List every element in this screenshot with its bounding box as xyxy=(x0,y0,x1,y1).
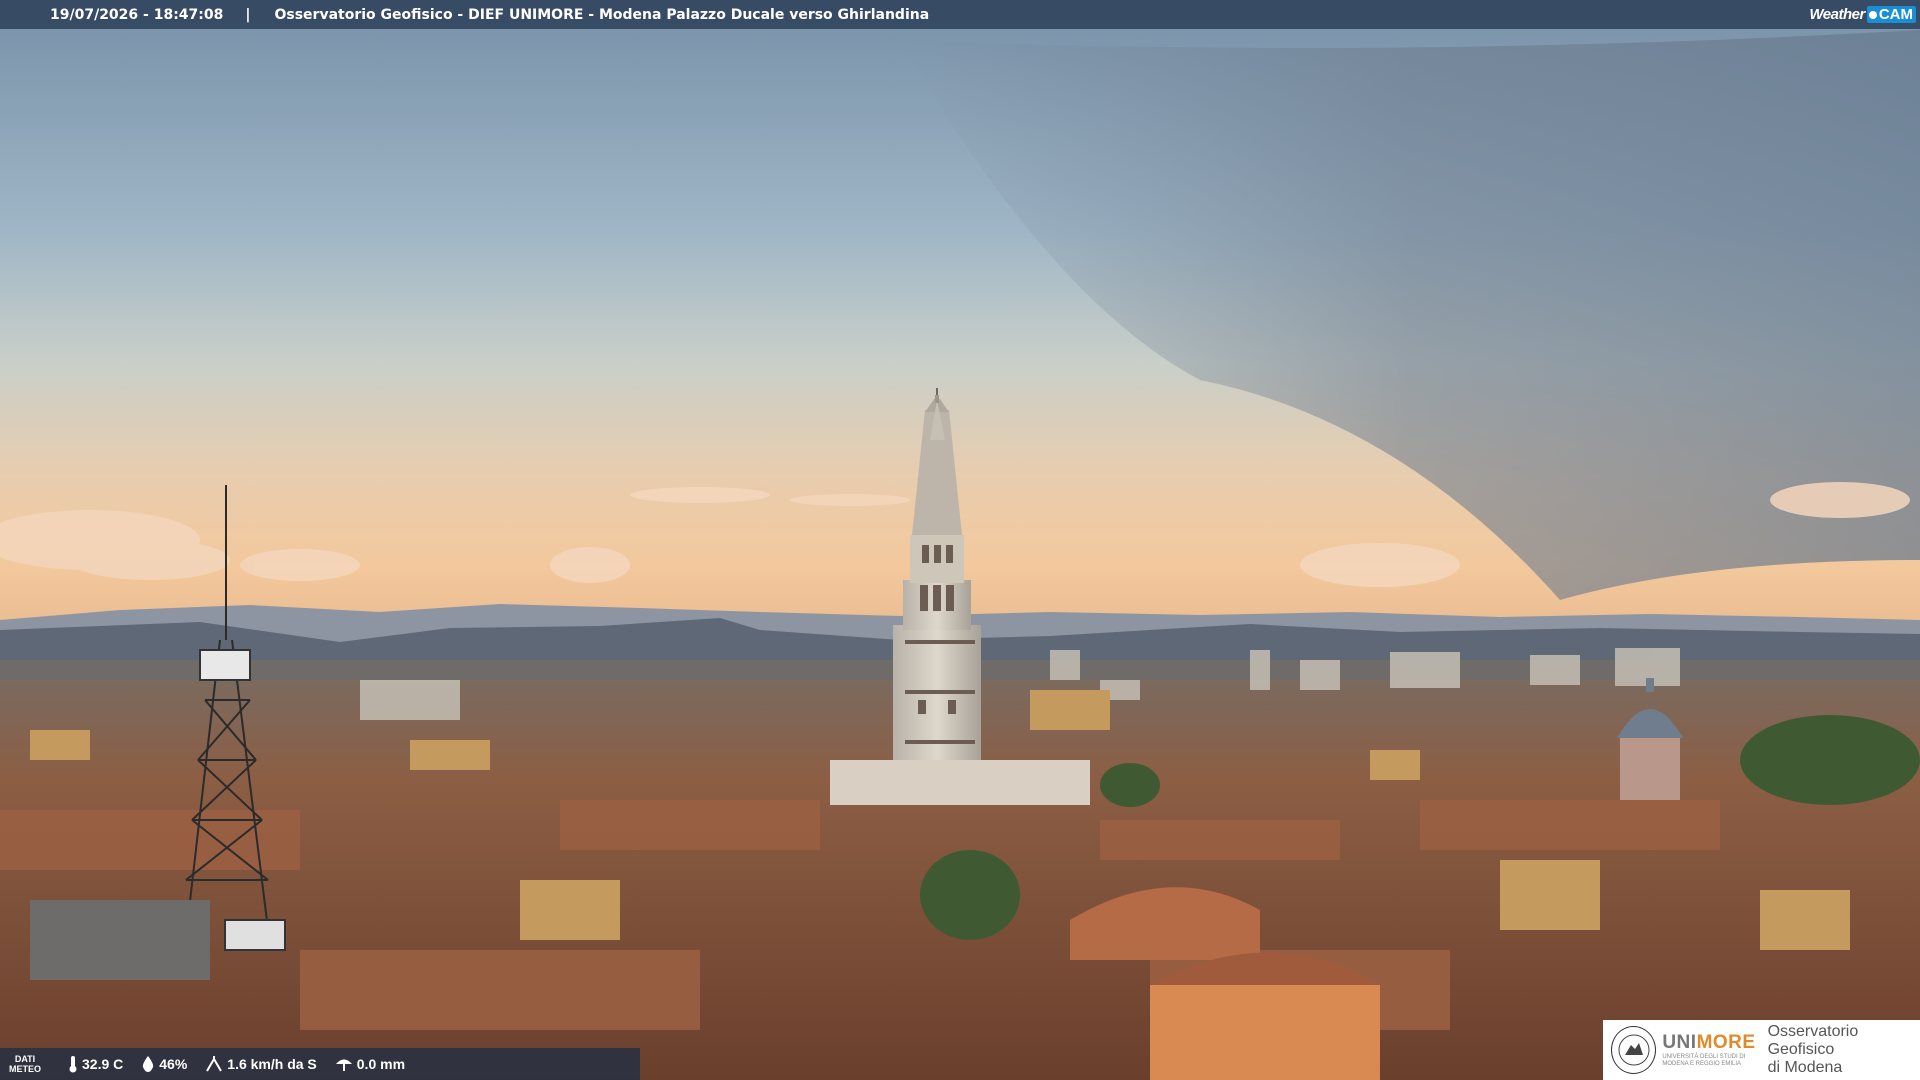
separator: | xyxy=(245,6,251,23)
observatory-line-2: di Modena xyxy=(1767,1059,1843,1076)
unimore-wordmark: UNIMORE UNIVERSITÀ DEGLI STUDI DI MODENA… xyxy=(1662,1032,1755,1068)
weathercam-logo: Weather CAM xyxy=(1809,3,1916,25)
more-text: MORE xyxy=(1696,1032,1756,1053)
logo-weather-text: Weather xyxy=(1809,5,1865,23)
wind-readout: 1.6 km/h da S xyxy=(205,1055,317,1073)
thermometer-icon xyxy=(69,1056,77,1073)
unimore-badge: UNIMORE UNIVERSITÀ DEGLI STUDI DI MODENA… xyxy=(1603,1020,1920,1080)
observatory-name: Osservatorio Geofisico di Modena xyxy=(1768,1023,1920,1077)
dati-label: DATI xyxy=(14,1054,36,1064)
wind-icon xyxy=(206,1056,223,1072)
dati-meteo-label: DATI METEO xyxy=(0,1054,50,1074)
duomo xyxy=(830,760,1090,805)
uni-subtitle-2: MODENA E REGGIO EMILIA xyxy=(1662,1061,1742,1067)
mast-building xyxy=(30,900,210,980)
drop-icon xyxy=(143,1056,154,1072)
uni-subtitle-1: UNIVERSITÀ DEGLI STUDI DI xyxy=(1662,1054,1746,1060)
camera-dot-icon xyxy=(1868,10,1877,19)
datetime-label: 19/07/2026 - 18:47:08 xyxy=(50,6,224,23)
temperature-value: 32.9 C xyxy=(82,1056,124,1072)
webcam-header-bar: 19/07/2026 - 18:47:08 | Osservatorio Geo… xyxy=(0,0,1920,29)
meteo-label: METEO xyxy=(8,1064,41,1074)
umbrella-icon xyxy=(335,1059,352,1071)
observatory-line-1: Osservatorio Geofisico xyxy=(1767,1023,1859,1058)
wind-value: 1.6 km/h da S xyxy=(227,1056,317,1072)
humidity-value: 46% xyxy=(159,1056,188,1072)
logo-cam-badge: CAM xyxy=(1866,5,1916,23)
uni-text: UNI xyxy=(1662,1032,1697,1053)
weather-data-bar: DATI METEO 32.9 C 46% 1.6 km/h da S 0.0 … xyxy=(0,1048,640,1080)
logo-cam-text: CAM xyxy=(1878,5,1913,23)
temperature-readout: 32.9 C xyxy=(68,1055,123,1073)
webcam-photo xyxy=(0,0,1920,1080)
rain-value: 0.0 mm xyxy=(356,1056,406,1072)
humidity-readout: 46% xyxy=(141,1055,187,1073)
unimore-seal-icon xyxy=(1611,1026,1657,1074)
webcam-title: Osservatorio Geofisico - DIEF UNIMORE - … xyxy=(274,6,930,23)
rain-readout: 0.0 mm xyxy=(335,1055,405,1073)
